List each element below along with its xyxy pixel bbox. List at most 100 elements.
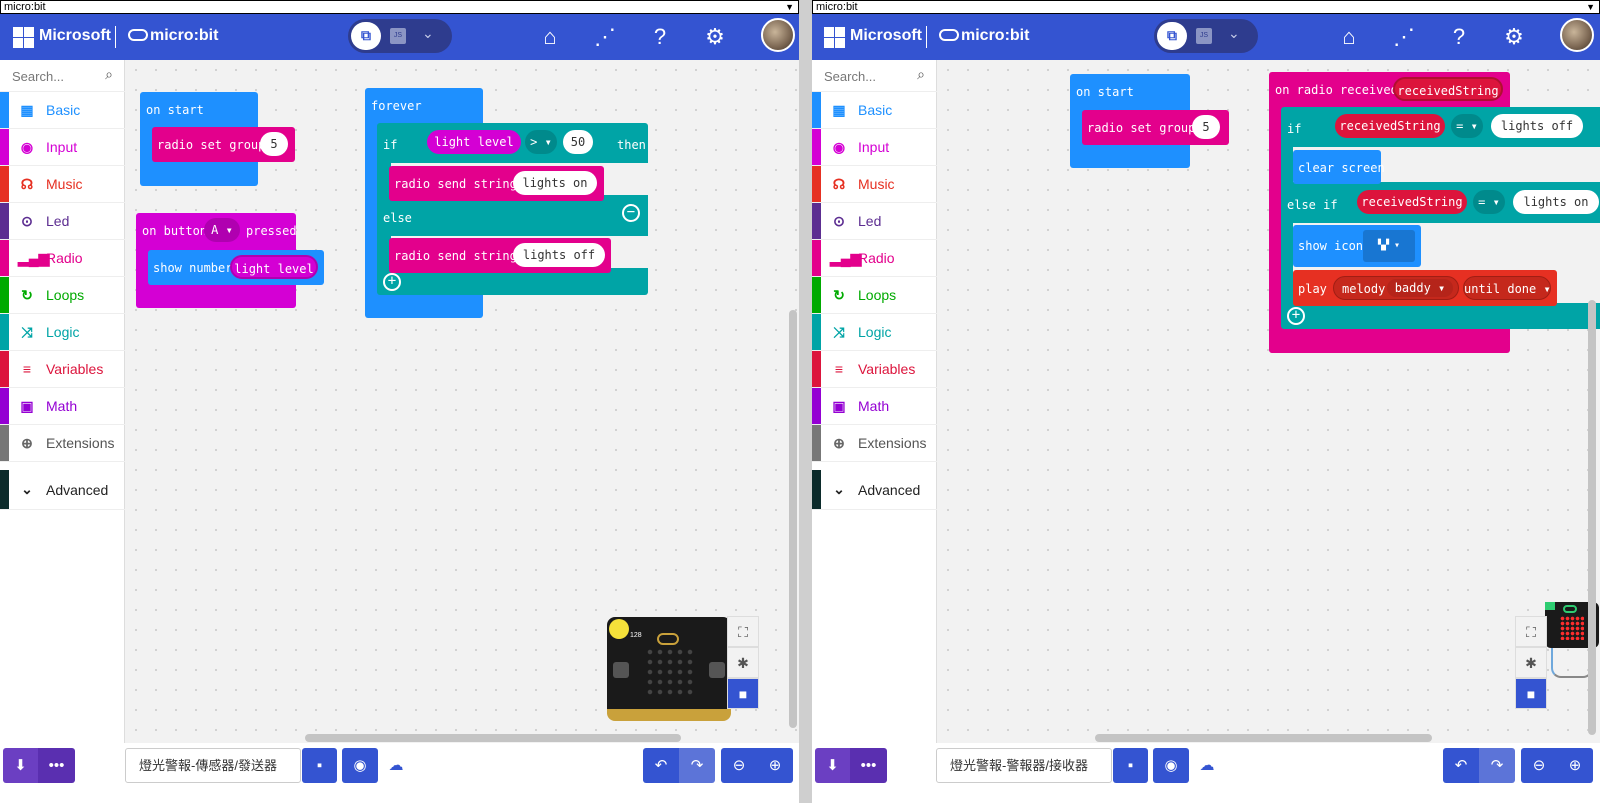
download-icon[interactable]: ⬇ [815,748,850,783]
share-icon[interactable]: ⋰ [1389,22,1419,52]
help-icon[interactable]: ? [645,22,675,52]
avatar[interactable] [1560,18,1594,52]
string-input[interactable]: lights on [513,171,597,195]
play-mode-dropdown[interactable]: until done ▾ [1463,276,1551,300]
category-variables[interactable]: ≡ Variables [0,351,125,388]
light-level-reporter[interactable]: light level [427,130,521,154]
blocks-mode-icon[interactable]: ⧉ [1157,22,1187,50]
category-logic[interactable]: ⤨ Logic [812,314,937,351]
window-menu-arrow-icon[interactable]: ▼ [785,1,794,13]
microbit-brand[interactable]: micro:bit [939,27,1029,45]
horizontal-scrollbar[interactable] [1095,734,1432,742]
settings-gear-icon[interactable]: ⚙ [1499,22,1529,52]
stop-icon[interactable]: ■ [1515,678,1547,709]
category-advanced[interactable]: ⌄ Advanced [812,470,937,510]
add-else-icon[interactable]: + [383,273,401,291]
redo-icon[interactable]: ↷ [1479,748,1515,783]
string-input[interactable]: lights on [1513,190,1599,214]
light-level-reporter[interactable]: light level [230,255,318,279]
radio-set-group-block[interactable]: radio set group 5 [152,127,295,162]
category-radio[interactable]: ▂▄▆ Radio [812,240,937,277]
fullscreen-icon[interactable]: ⛶ [1515,616,1547,647]
search-input[interactable]: Search... ⌕ [812,60,937,92]
zoom-out-icon[interactable]: ⊖ [721,748,757,783]
microsoft-brand[interactable]: Microsoft [39,27,111,45]
category-loops[interactable]: ↻ Loops [812,277,937,314]
project-name-input[interactable]: 燈光警報-警報器/接收器 [936,748,1112,783]
button-dropdown[interactable]: A ▾ [204,218,240,242]
microbit-simulator[interactable]: 128 [607,617,731,721]
more-options-icon[interactable]: ••• [38,748,75,783]
category-variables[interactable]: ≡ Variables [812,351,937,388]
category-input[interactable]: ◉ Input [0,129,125,166]
download-icon[interactable]: ⬇ [3,748,38,783]
category-music[interactable]: ☊ Music [812,166,937,203]
received-string-variable[interactable]: receivedString [1335,114,1445,138]
chevron-down-icon[interactable]: ⌄ [422,25,434,42]
category-loops[interactable]: ↻ Loops [0,277,125,314]
comparison-dropdown[interactable]: = ▾ [1451,114,1483,138]
group-number-input[interactable]: 5 [1192,115,1220,139]
group-number-input[interactable]: 5 [260,132,288,156]
debug-bug-icon[interactable]: ✱ [727,647,759,678]
category-extensions[interactable]: ⊕ Extensions [812,425,937,462]
category-math[interactable]: ▣ Math [0,388,125,425]
search-icon[interactable]: ⌕ [105,66,113,83]
zoom-out-icon[interactable]: ⊖ [1521,748,1557,783]
javascript-mode-icon[interactable]: JS [1196,28,1212,44]
zoom-in-icon[interactable]: ⊕ [757,748,793,783]
category-advanced[interactable]: ⌄ Advanced [0,470,125,510]
category-led[interactable]: ⊙ Led [812,203,937,240]
comparison-dropdown[interactable]: > ▾ [525,130,557,154]
cloud-icon[interactable]: ☁ [1196,748,1218,783]
category-extensions[interactable]: ⊕ Extensions [0,425,125,462]
microsoft-logo-icon[interactable] [824,27,845,48]
home-icon[interactable]: ⌂ [1334,22,1364,52]
blocks-workspace[interactable]: on start radio set group 5 on button A ▾… [126,60,799,743]
radio-send-string-block[interactable]: radio send string lights on [389,166,604,201]
string-input[interactable]: lights off [1491,114,1583,138]
stop-icon[interactable]: ■ [727,678,759,709]
window-menu-arrow-icon[interactable]: ▼ [1586,1,1595,13]
category-math[interactable]: ▣ Math [812,388,937,425]
add-else-icon[interactable]: + [1287,307,1305,325]
light-sensor-icon[interactable] [609,619,629,639]
category-logic[interactable]: ⤨ Logic [0,314,125,351]
more-options-icon[interactable]: ••• [850,748,887,783]
microsoft-brand[interactable]: Microsoft [850,27,922,45]
received-string-variable[interactable]: receivedString [1393,77,1503,101]
show-number-block[interactable]: show number light level [148,250,324,285]
undo-icon[interactable]: ↶ [643,748,679,783]
show-icon-block[interactable]: show icon ▚▞ ▾ [1293,225,1421,267]
category-basic[interactable]: ▦ Basic [0,92,125,129]
github-icon[interactable]: ◉ [1153,748,1189,783]
chevron-down-icon[interactable]: ⌄ [1228,25,1240,42]
category-led[interactable]: ⊙ Led [0,203,125,240]
vertical-scrollbar[interactable] [789,310,797,728]
category-radio[interactable]: ▂▄▆ Radio [0,240,125,277]
save-icon[interactable]: ▪ [1113,748,1148,783]
microbit-brand[interactable]: micro:bit [128,27,218,45]
remove-else-icon[interactable]: − [622,204,640,222]
play-melody-block[interactable]: play melody baddy ▾ until done ▾ [1293,270,1557,306]
horizontal-scrollbar[interactable] [305,734,681,742]
radio-send-string-block[interactable]: radio send string lights off [389,238,611,273]
category-basic[interactable]: ▦ Basic [812,92,937,129]
button-a[interactable] [613,662,629,678]
home-icon[interactable]: ⌂ [535,22,565,52]
melody-dropdown[interactable]: baddy ▾ [1387,279,1453,297]
radio-set-group-block[interactable]: radio set group 5 [1082,110,1229,145]
settings-gear-icon[interactable]: ⚙ [700,22,730,52]
category-music[interactable]: ☊ Music [0,166,125,203]
share-icon[interactable]: ⋰ [590,22,620,52]
project-name-input[interactable]: 燈光警報-傳感器/發送器 [125,748,301,783]
clear-screen-block[interactable]: clear screen [1293,150,1385,184]
help-icon[interactable]: ? [1444,22,1474,52]
comparison-dropdown[interactable]: = ▾ [1473,190,1505,214]
fullscreen-icon[interactable]: ⛶ [727,616,759,647]
cloud-icon[interactable]: ☁ [385,748,407,783]
editor-toggle[interactable]: ⧉ JS ⌄ [1154,19,1258,53]
github-icon[interactable]: ◉ [342,748,378,783]
search-input[interactable]: Search... ⌕ [0,60,125,92]
microsoft-logo-icon[interactable] [13,27,34,48]
